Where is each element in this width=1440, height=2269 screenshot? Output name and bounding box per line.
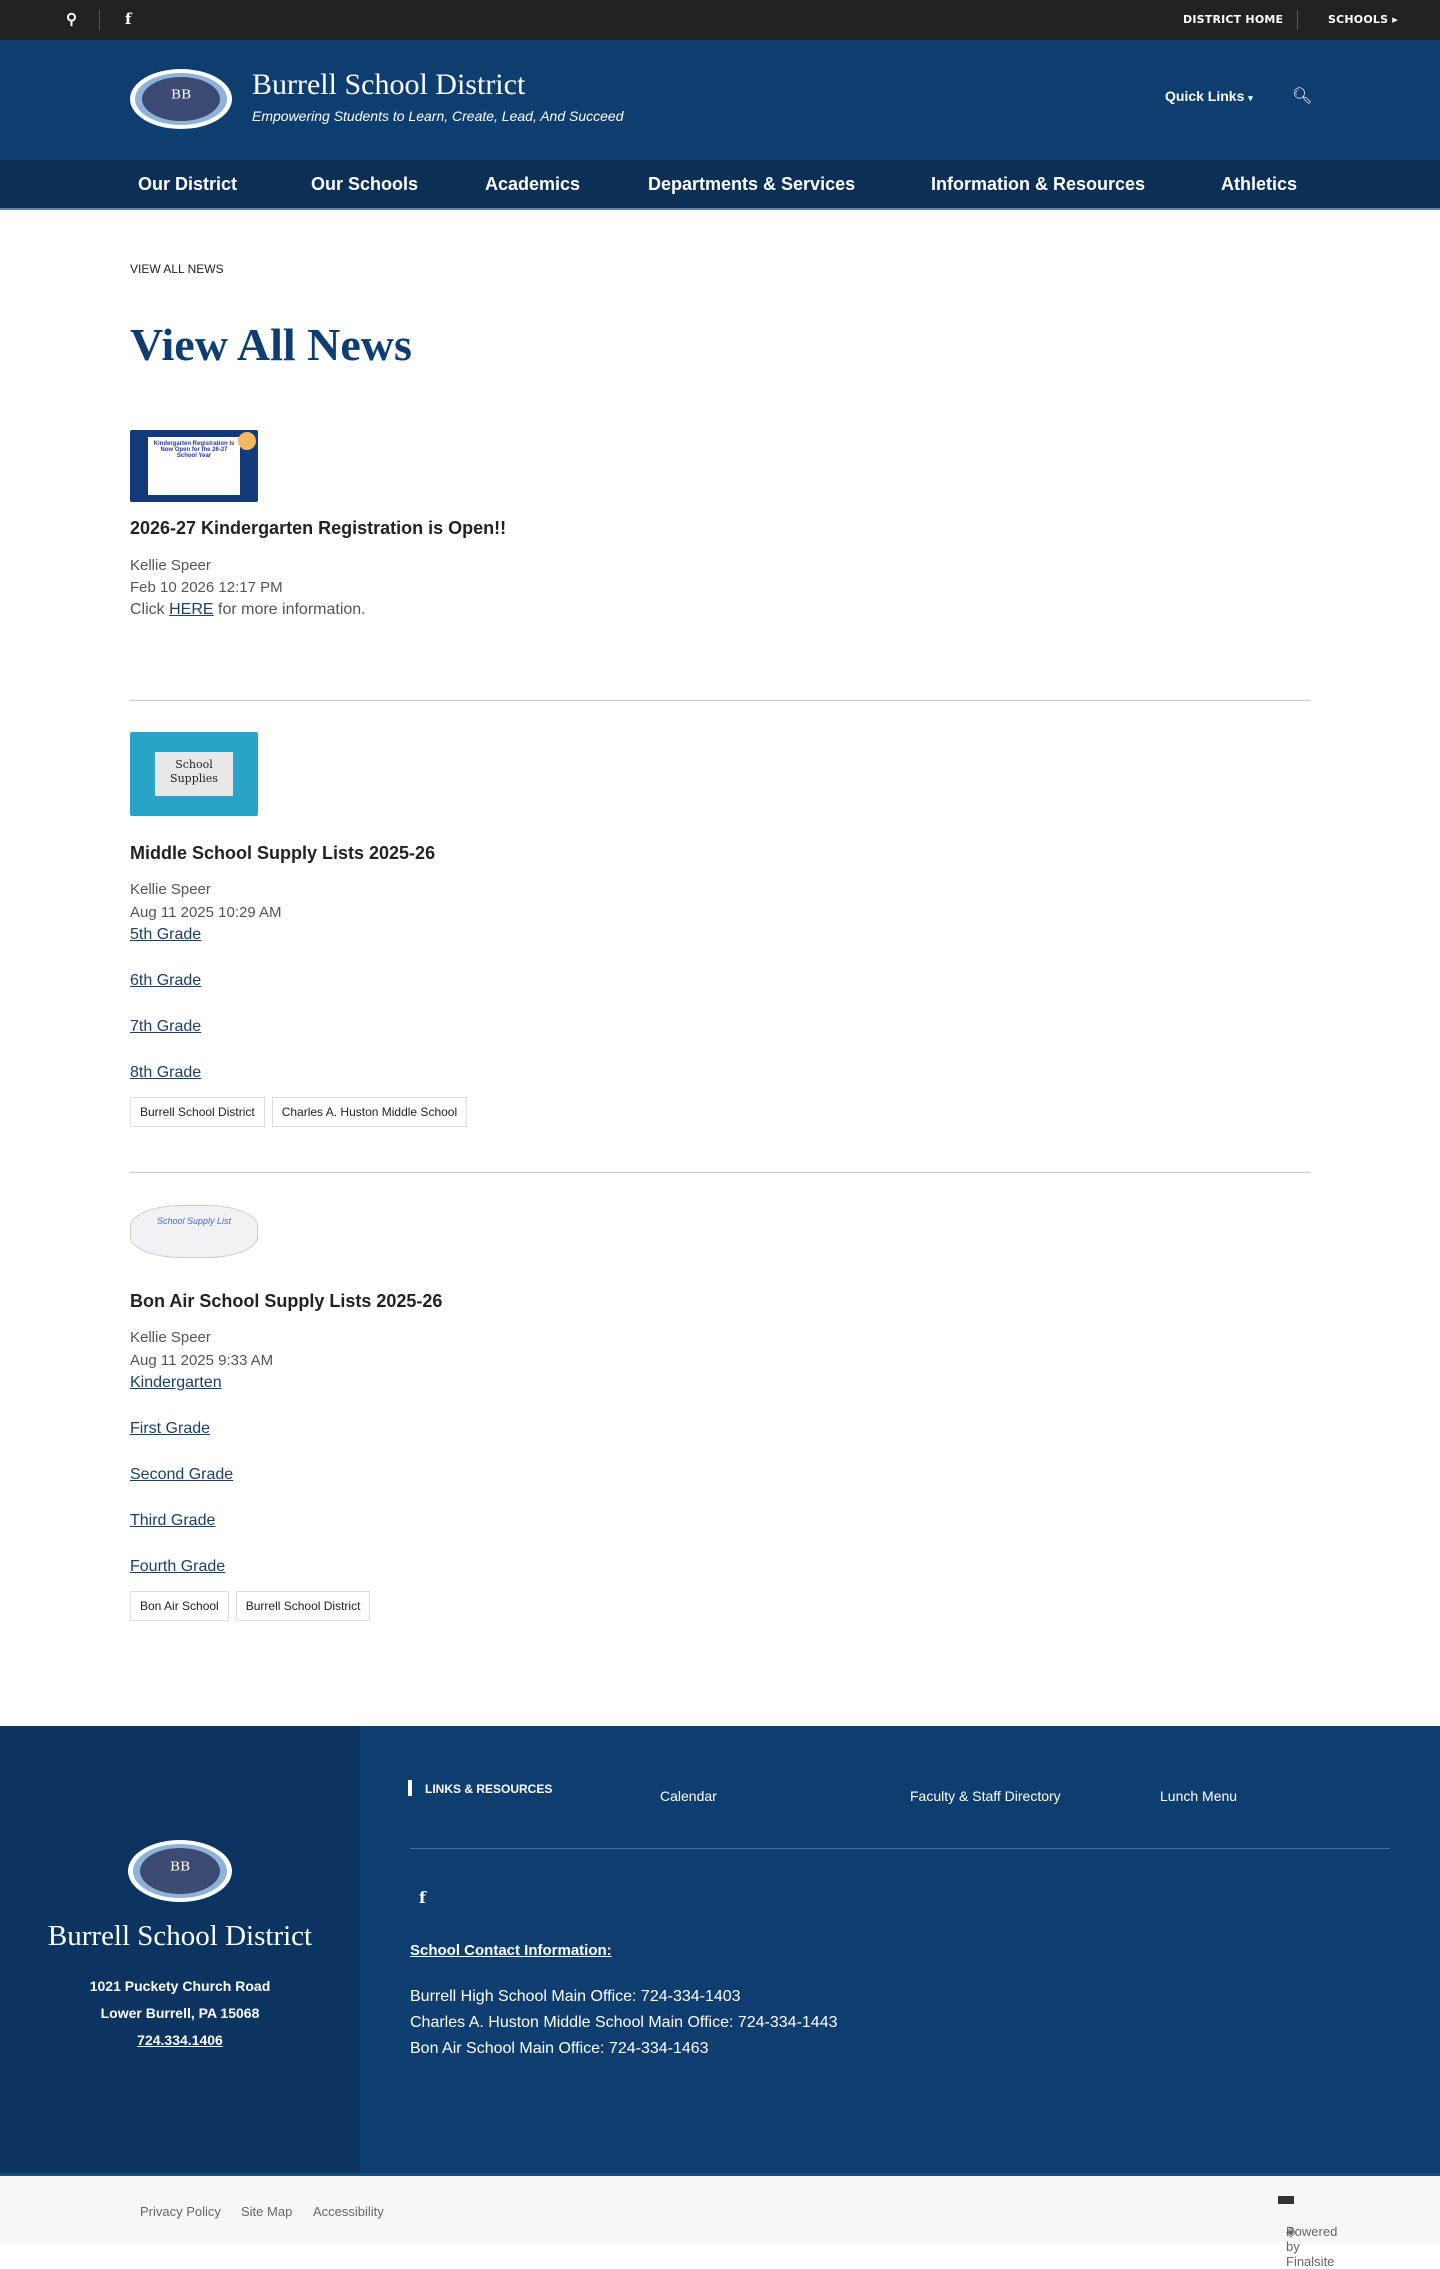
links-resources-heading: LINKS & RESOURCES <box>425 1782 553 1796</box>
utility-bar: ⚲ f DISTRICT HOME SCHOOLS ▸ <box>0 0 1440 40</box>
footer-link-calendar[interactable]: Calendar <box>660 1788 717 1804</box>
news-title[interactable]: Middle School Supply Lists 2025-26 <box>130 843 435 864</box>
footer-district-name: Burrell School District <box>47 1920 313 1952</box>
grade-link[interactable]: Fourth Grade <box>130 1558 225 1576</box>
grade-link[interactable]: 6th Grade <box>130 972 201 990</box>
facebook-icon[interactable]: f <box>125 10 131 28</box>
divider <box>130 1172 1310 1173</box>
footer-link-lunch-menu[interactable]: Lunch Menu <box>1160 1788 1237 1804</box>
divider <box>1297 10 1298 30</box>
grade-link[interactable]: First Grade <box>130 1420 210 1438</box>
news-thumbnail[interactable]: School Supplies <box>130 732 258 816</box>
nav-departments-services[interactable]: Departments & Services <box>648 174 855 195</box>
facebook-icon[interactable]: f <box>419 1888 426 1907</box>
news-author: Kellie Speer <box>130 881 211 898</box>
divider <box>99 10 100 30</box>
news-item: School Supplies Middle School Supply Lis… <box>130 732 1310 1127</box>
grade-link[interactable]: Third Grade <box>130 1512 215 1530</box>
news-item: Kindergarten Registration Is Now Open fo… <box>130 430 1310 618</box>
tag[interactable]: Burrell School District <box>130 1097 265 1127</box>
powered-by-label: Powered by Finalsite <box>1286 2224 1338 2269</box>
quick-links-label: Quick Links <box>1165 88 1245 104</box>
site-header: ᴮᴮ Burrell School District Empowering St… <box>0 40 1440 160</box>
grade-link[interactable]: 5th Grade <box>130 926 201 944</box>
accessibility-link[interactable]: Accessibility <box>313 2204 384 2219</box>
thumbnail-caption: School Supply List <box>156 1216 232 1226</box>
contact-line: Charles A. Huston Middle School Main Off… <box>410 2014 838 2031</box>
breadcrumb[interactable]: VIEW ALL NEWS <box>130 262 224 276</box>
grade-link[interactable]: 7th Grade <box>130 1018 201 1036</box>
news-date: Aug 11 2025 10:29 AM <box>130 904 282 921</box>
district-home-link[interactable]: DISTRICT HOME <box>1183 13 1283 26</box>
heading-accent <box>408 1780 412 1796</box>
translate-icon[interactable]: ⚲ <box>66 10 77 28</box>
thumbnail-caption: School Supplies <box>155 752 233 796</box>
tag-list: Bon Air School Burrell School District <box>130 1591 371 1621</box>
site-tagline: Empowering Students to Learn, Create, Le… <box>252 108 624 124</box>
site-title[interactable]: Burrell School District <box>252 68 525 102</box>
district-logo[interactable]: ᴮᴮ <box>130 69 232 129</box>
divider <box>410 1848 1390 1849</box>
grade-link[interactable]: 8th Grade <box>130 1064 201 1082</box>
privacy-policy-link[interactable]: Privacy Policy <box>140 2204 221 2219</box>
tag[interactable]: Burrell School District <box>235 1591 371 1621</box>
quick-links-button[interactable]: Quick Links ▾ <box>1165 88 1253 104</box>
footer-link-directory[interactable]: Faculty & Staff Directory <box>910 1788 1061 1804</box>
news-item: School Supply List Bon Air School Supply… <box>130 1205 1310 1621</box>
news-date: Feb 10 2026 12:17 PM <box>130 579 283 596</box>
nav-academics[interactable]: Academics <box>485 174 580 195</box>
grade-link[interactable]: Kindergarten <box>130 1374 222 1392</box>
sun-icon <box>238 432 256 450</box>
news-date: Aug 11 2025 9:33 AM <box>130 1352 274 1369</box>
powered-by-badge[interactable]: ◈ Powered by Finalsite <box>1278 2196 1337 2269</box>
news-author: Kellie Speer <box>130 1329 211 1346</box>
tag-list: Burrell School District Charles A. Husto… <box>130 1097 468 1127</box>
divider <box>130 700 1310 701</box>
search-icon[interactable]: 🔍︎ <box>1292 86 1312 106</box>
footer-identity: ᴮᴮ Burrell School District 1021 Puckety … <box>0 1726 360 2173</box>
news-thumbnail[interactable]: Kindergarten Registration Is Now Open fo… <box>130 430 258 502</box>
site-footer: ᴮᴮ Burrell School District 1021 Puckety … <box>0 1726 1440 2173</box>
logo-monogram: ᴮᴮ <box>140 1848 220 1894</box>
footer-logo[interactable]: ᴮᴮ <box>128 1840 232 1902</box>
contact-heading: School Contact Information: <box>410 1942 612 1959</box>
footer-address-line2: Lower Burrell, PA 15068 <box>100 2005 260 2021</box>
caret-down-icon: ▾ <box>1248 93 1253 103</box>
nav-information-resources[interactable]: Information & Resources <box>931 174 1145 195</box>
nav-our-schools[interactable]: Our Schools <box>311 174 418 195</box>
site-map-link[interactable]: Site Map <box>241 2204 292 2219</box>
logo-monogram: ᴮᴮ <box>142 77 220 121</box>
body-text: Click <box>130 601 170 618</box>
schools-menu[interactable]: SCHOOLS ▸ <box>1328 13 1398 26</box>
footer-phone-link[interactable]: 724.334.1406 <box>0 2032 360 2048</box>
contact-line: Burrell High School Main Office: 724-334… <box>410 1988 741 2005</box>
footer-address-line1: 1021 Puckety Church Road <box>89 1978 271 1994</box>
news-title[interactable]: Bon Air School Supply Lists 2025-26 <box>130 1291 442 1312</box>
schools-label: SCHOOLS <box>1328 13 1389 26</box>
thumbnail-caption: Kindergarten Registration Is Now Open fo… <box>148 437 240 495</box>
news-thumbnail[interactable]: School Supply List <box>130 1205 258 1258</box>
contact-line: Bon Air School Main Office: 724-334-1463 <box>410 2040 709 2057</box>
bottom-bar: Privacy Policy Site Map Accessibility ◈ … <box>0 2173 1440 2269</box>
here-link[interactable]: HERE <box>169 601 213 618</box>
tag[interactable]: Charles A. Huston Middle School <box>271 1097 468 1127</box>
tag[interactable]: Bon Air School <box>130 1591 229 1621</box>
news-body: Click HERE for more information. <box>130 601 366 619</box>
nav-athletics[interactable]: Athletics <box>1221 174 1297 195</box>
page-title: View All News <box>130 319 412 370</box>
grade-link[interactable]: Second Grade <box>130 1466 233 1484</box>
body-text: for more information. <box>213 601 366 618</box>
news-author: Kellie Speer <box>130 557 211 574</box>
news-title[interactable]: 2026-27 Kindergarten Registration is Ope… <box>130 518 506 539</box>
main-nav: Our District Our Schools Academics Depar… <box>0 160 1440 210</box>
nav-our-district[interactable]: Our District <box>138 174 237 195</box>
